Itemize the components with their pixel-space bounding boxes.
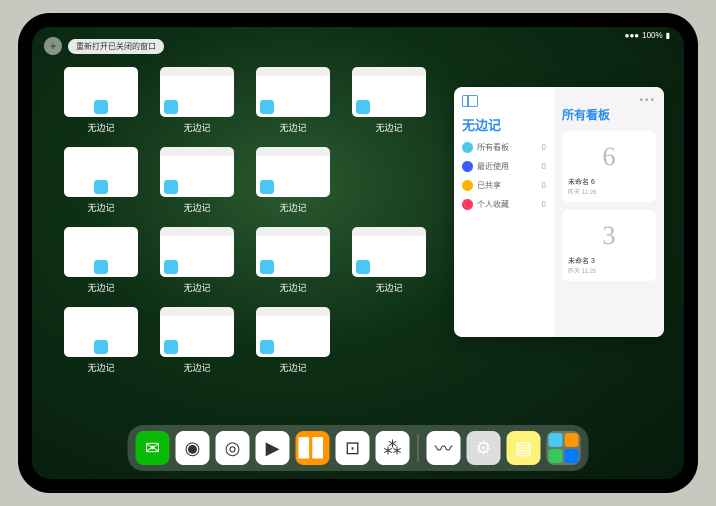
app-label: 无边记 <box>279 121 306 134</box>
battery-icon: ▮ <box>666 31 670 40</box>
category-label: 已共享 <box>477 180 501 191</box>
dock-icon-wechat[interactable]: ✉ <box>136 431 170 465</box>
category-count: 0 <box>542 181 546 190</box>
more-icon[interactable]: ••• <box>562 95 656 106</box>
app-label: 无边记 <box>279 361 306 374</box>
sidebar-category[interactable]: 最近使用 0 <box>462 161 546 172</box>
dock-icon-quark-hd[interactable]: ◎ <box>216 431 250 465</box>
board-card[interactable]: 6 未命名 6 昨天 11:26 <box>562 131 656 202</box>
main-title: 所有看板 <box>562 106 656 123</box>
app-label: 无边记 <box>183 361 210 374</box>
add-window-button[interactable]: + <box>44 37 62 55</box>
app-preview <box>256 147 330 197</box>
dock-icon-dice[interactable]: ⊡ <box>336 431 370 465</box>
app-label: 无边记 <box>375 121 402 134</box>
sidebar-category[interactable]: 所有看板 0 <box>462 142 546 153</box>
app-window-thumbnail[interactable]: 无边记 <box>62 147 140 219</box>
sidebar-title: 无边记 <box>462 115 546 134</box>
app-window-thumbnail[interactable]: 无边记 <box>350 67 428 139</box>
dock-icon-play[interactable]: ▶ <box>256 431 290 465</box>
dock-icon-notes[interactable]: ▤ <box>507 431 541 465</box>
app-preview <box>160 307 234 357</box>
sidebar-category[interactable]: 已共享 0 <box>462 180 546 191</box>
app-window-thumbnail[interactable]: 无边记 <box>62 307 140 379</box>
battery-text: 100% <box>642 31 662 40</box>
app-window-thumbnail[interactable]: 无边记 <box>254 147 332 219</box>
category-icon <box>462 199 473 210</box>
freeform-window[interactable]: 无边记 所有看板 0 最近使用 0 已共享 0 个人收藏 0 ••• 所有看板 … <box>454 87 664 337</box>
app-window-thumbnail[interactable]: 无边记 <box>254 67 332 139</box>
app-label: 无边记 <box>375 281 402 294</box>
app-label: 无边记 <box>279 281 306 294</box>
top-controls: + 重新打开已关闭的窗口 <box>44 37 164 55</box>
app-preview <box>352 67 426 117</box>
app-preview <box>64 147 138 197</box>
app-label: 无边记 <box>183 281 210 294</box>
app-window-thumbnail[interactable]: 无边记 <box>158 67 236 139</box>
board-name: 未命名 6 <box>568 177 650 187</box>
dock-separator <box>418 434 419 462</box>
dock-app-library[interactable] <box>547 431 581 465</box>
dock-icon-quark[interactable]: ◉ <box>176 431 210 465</box>
app-label: 无边记 <box>87 281 114 294</box>
category-label: 个人收藏 <box>477 199 509 210</box>
app-window-thumbnail[interactable]: 无边记 <box>254 227 332 299</box>
category-label: 最近使用 <box>477 161 509 172</box>
dock: ✉◉◎▶▊▊⊡⁂ 〰⚙▤ <box>128 425 589 471</box>
app-window-thumbnail[interactable]: 无边记 <box>158 147 236 219</box>
category-count: 0 <box>542 143 546 152</box>
app-label: 无边记 <box>279 201 306 214</box>
dock-icon-books[interactable]: ▊▊ <box>296 431 330 465</box>
category-count: 0 <box>542 200 546 209</box>
category-icon <box>462 161 473 172</box>
app-preview <box>256 227 330 277</box>
app-window-thumbnail[interactable]: 无边记 <box>158 307 236 379</box>
sidebar-category[interactable]: 个人收藏 0 <box>462 199 546 210</box>
board-thumbnail: 3 <box>568 216 650 256</box>
app-label: 无边记 <box>87 201 114 214</box>
category-icon <box>462 142 473 153</box>
dock-icon-settings[interactable]: ⚙ <box>467 431 501 465</box>
app-label: 无边记 <box>183 201 210 214</box>
app-expose-grid: 无边记无边记无边记无边记无边记无边记无边记无边记无边记无边记无边记无边记无边记无… <box>62 67 428 379</box>
sidebar-toggle-icon[interactable] <box>462 95 478 107</box>
freeform-sidebar: 无边记 所有看板 0 最近使用 0 已共享 0 个人收藏 0 <box>454 87 554 337</box>
app-label: 无边记 <box>87 361 114 374</box>
app-preview <box>256 307 330 357</box>
board-date: 昨天 11:26 <box>568 187 650 196</box>
app-preview <box>160 67 234 117</box>
app-preview <box>160 227 234 277</box>
app-label: 无边记 <box>183 121 210 134</box>
app-window-thumbnail[interactable]: 无边记 <box>254 307 332 379</box>
dock-icon-atoms[interactable]: ⁂ <box>376 431 410 465</box>
freeform-main-pane: ••• 所有看板 6 未命名 6 昨天 11:26 3 未命名 3 昨天 11:2… <box>554 87 664 337</box>
app-window-thumbnail[interactable]: 无边记 <box>62 227 140 299</box>
category-label: 所有看板 <box>477 142 509 153</box>
app-label: 无边记 <box>87 121 114 134</box>
board-thumbnail: 6 <box>568 137 650 177</box>
app-preview <box>64 227 138 277</box>
app-preview <box>64 67 138 117</box>
app-preview <box>352 227 426 277</box>
app-preview <box>64 307 138 357</box>
app-preview <box>160 147 234 197</box>
category-count: 0 <box>542 162 546 171</box>
category-icon <box>462 180 473 191</box>
app-window-thumbnail[interactable]: 无边记 <box>350 227 428 299</box>
board-date: 昨天 11:25 <box>568 266 650 275</box>
app-preview <box>256 67 330 117</box>
dock-icon-freeform[interactable]: 〰 <box>427 431 461 465</box>
reopen-closed-window-button[interactable]: 重新打开已关闭的窗口 <box>68 39 164 54</box>
board-name: 未命名 3 <box>568 256 650 266</box>
ipad-frame: ●●● 100% ▮ + 重新打开已关闭的窗口 无边记无边记无边记无边记无边记无… <box>18 13 698 493</box>
board-card[interactable]: 3 未命名 3 昨天 11:25 <box>562 210 656 281</box>
ipad-screen: ●●● 100% ▮ + 重新打开已关闭的窗口 无边记无边记无边记无边记无边记无… <box>32 27 684 479</box>
status-bar: ●●● 100% ▮ <box>625 31 670 40</box>
app-window-thumbnail[interactable]: 无边记 <box>158 227 236 299</box>
signal-icon: ●●● <box>625 31 640 40</box>
app-window-thumbnail[interactable]: 无边记 <box>62 67 140 139</box>
